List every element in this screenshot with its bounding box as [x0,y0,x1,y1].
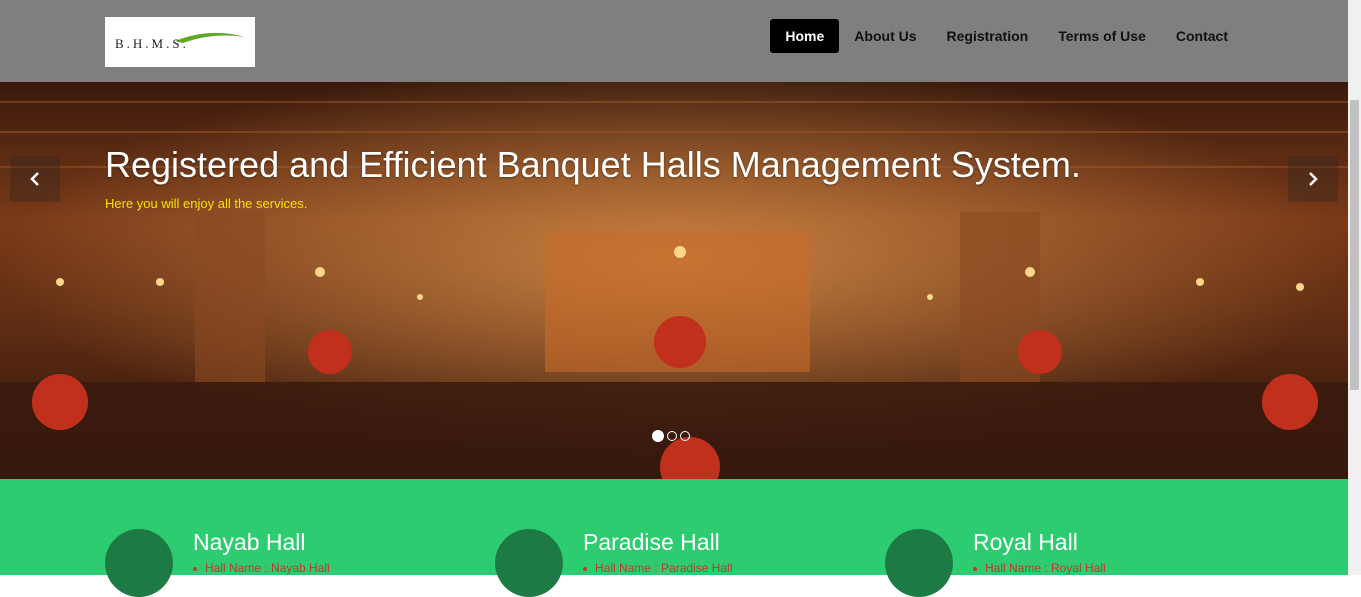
carousel-next-button[interactable] [1288,156,1338,202]
scrollbar-thumb[interactable] [1350,100,1359,390]
carousel-dot-1[interactable] [652,430,664,442]
nav-registration[interactable]: Registration [932,19,1044,53]
hall-detail-text: Hall Name : Nayab Hall [205,561,330,575]
nav-terms-of-use[interactable]: Terms of Use [1043,19,1161,53]
nav-contact[interactable]: Contact [1161,19,1243,53]
carousel-prev-button[interactable] [10,156,60,202]
nav-about-us[interactable]: About Us [839,19,931,53]
hall-detail-text: Hall Name : Royal Hall [985,561,1106,575]
chevron-left-icon [30,172,39,186]
carousel-indicators [652,430,690,442]
banquet-hall-image [0,82,1348,479]
page-scrollbar[interactable] [1348,0,1361,575]
main-nav: Home About Us Registration Terms of Use … [770,19,1243,53]
chevron-right-icon [1309,172,1318,186]
hall-detail-text: Hall Name : Paradise Hall [595,561,733,575]
hall-detail: Hall Name : Paradise Hall [583,561,732,575]
hall-name[interactable]: Nayab Hall [193,529,306,556]
hero-carousel: Registered and Efficient Banquet Halls M… [0,82,1348,479]
carousel-dot-2[interactable] [667,431,677,441]
hall-card: Royal Hall Hall Name : Royal Hall [885,479,1275,597]
halls-section: Nayab Hall Hall Name : Nayab Hall Paradi… [0,479,1348,597]
hero-subtitle: Here you will enjoy all the services. [105,196,308,211]
hall-icon [495,529,563,597]
hall-icon [105,529,173,597]
hall-name[interactable]: Royal Hall [973,529,1078,556]
top-navbar: B.H.M.S. Home About Us Registration Term… [0,0,1348,82]
bullet-icon [193,566,197,571]
bullet-icon [583,566,587,571]
carousel-dot-3[interactable] [680,431,690,441]
hall-detail: Hall Name : Royal Hall [973,561,1106,575]
site-logo[interactable]: B.H.M.S. [105,17,255,67]
logo-text: B.H.M.S. [115,36,189,51]
hall-icon [885,529,953,597]
hall-card: Paradise Hall Hall Name : Paradise Hall [495,479,885,597]
nav-home[interactable]: Home [770,19,840,53]
bullet-icon [973,566,977,571]
hall-card: Nayab Hall Hall Name : Nayab Hall [105,479,495,597]
hall-detail: Hall Name : Nayab Hall [193,561,330,575]
hall-name[interactable]: Paradise Hall [583,529,720,556]
hero-title: Registered and Efficient Banquet Halls M… [105,144,1081,185]
